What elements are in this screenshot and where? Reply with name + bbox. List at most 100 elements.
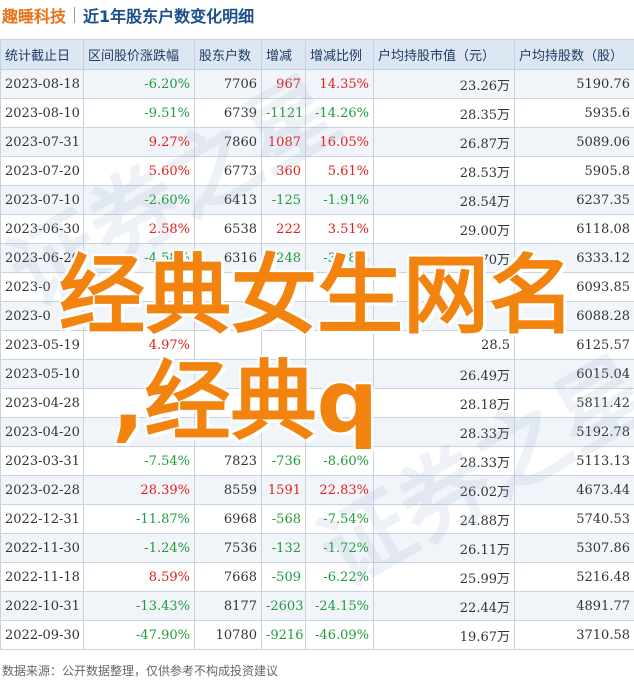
cell-avg-value: 19.67万 — [373, 620, 515, 650]
cell-change: 360 — [261, 156, 306, 186]
cell-price-change — [83, 301, 195, 331]
cell-date: 2023-07-10 — [0, 185, 84, 215]
cell-price-change: -1.24% — [83, 533, 195, 563]
cell-date: 2022-11-30 — [0, 533, 84, 563]
cell-avg-shares: 6333.12 — [514, 243, 634, 273]
cell-avg-shares: 5216.48 — [514, 562, 634, 592]
cell-avg-value: 26.11万 — [373, 533, 515, 563]
column-header-holders[interactable]: 股东户数 — [194, 39, 262, 70]
cell-avg-shares: 5307.86 — [514, 533, 634, 563]
cell-change: 222 — [261, 214, 306, 244]
cell-price-change: -7.54% — [83, 446, 195, 476]
cell-price-change: 4.97% — [83, 330, 195, 360]
cell-avg-shares: 5089.06 — [514, 127, 634, 157]
report-title: 近1年股东户数变化明细 — [83, 7, 255, 26]
company-name: 趣睡科技 — [2, 7, 67, 26]
column-header-date[interactable]: 统计截止日 — [0, 39, 84, 70]
cell-avg-value: 28.54万 — [373, 185, 515, 215]
cell-change — [261, 272, 306, 302]
cell-avg-value: 26.02万 — [373, 475, 515, 505]
cell-holders: 7536 — [194, 533, 262, 563]
cell-change-ratio — [305, 417, 374, 447]
column-header-change[interactable]: 增减 — [261, 39, 306, 70]
cell-date: 2022-11-18 — [0, 562, 84, 592]
cell-change-ratio: -8.60% — [305, 446, 374, 476]
cell-change-ratio: -14.26% — [305, 98, 374, 128]
cell-change: -1121 — [261, 98, 306, 128]
table-row: 2023-0 6093.85 — [0, 272, 634, 302]
cell-avg-value — [373, 301, 515, 331]
cell-change: 1087 — [261, 127, 306, 157]
table-row: 2023-05-10 26.49万 6015.04 — [0, 359, 634, 389]
column-header-avg-shares[interactable]: 户均持股数（股） — [514, 39, 634, 70]
cell-avg-shares: 6118.08 — [514, 214, 634, 244]
column-header-change-ratio[interactable]: 增减比例 — [305, 39, 374, 70]
cell-change-ratio: 14.35% — [305, 69, 374, 99]
cell-date: 2023-08-18 — [0, 69, 84, 99]
cell-change-ratio: -7.54% — [305, 504, 374, 534]
cell-avg-value: 28.33万 — [373, 446, 515, 476]
cell-price-change: -2.60% — [83, 185, 195, 215]
cell-avg-shares: 5190.76 — [514, 69, 634, 99]
cell-price-change: -4.58% — [83, 243, 195, 273]
header-divider — [74, 7, 76, 23]
column-header-avg-value[interactable]: 户均持股市值（元） — [373, 39, 515, 70]
cell-avg-value: 29.70万 — [373, 243, 515, 273]
cell-change: 967 — [261, 69, 306, 99]
cell-holders: 7706 — [194, 69, 262, 99]
cell-change-ratio: -1.91% — [305, 185, 374, 215]
cell-date: 2023-07-20 — [0, 156, 84, 186]
table-row: 2022-12-31 -11.87% 6968 -568 -7.54% 24.88万 574… — [0, 504, 634, 534]
cell-change: -568 — [261, 504, 306, 534]
cell-price-change: 28.39% — [83, 475, 195, 505]
cell-change — [261, 417, 306, 447]
column-header-price-change[interactable]: 区间股价涨跌幅 — [83, 39, 195, 70]
table-row: 2023-07-20 5.60% 6773 360 5.61% 28.53万 5905.8 — [0, 156, 634, 186]
cell-avg-shares: 6237.35 — [514, 185, 634, 215]
cell-avg-shares: 6125.57 — [514, 330, 634, 360]
cell-date: 2023-03-31 — [0, 446, 84, 476]
cell-date: 2023-06-20 — [0, 243, 84, 273]
cell-date: 2023-08-10 — [0, 98, 84, 128]
table-row: 2023-07-10 -2.60% 6413 -125 -1.91% 28.54万 6237… — [0, 185, 634, 215]
cell-avg-value: 28.33万 — [373, 417, 515, 447]
cell-change: -9216 — [261, 620, 306, 650]
cell-avg-shares: 3710.58 — [514, 620, 634, 650]
cell-change-ratio — [305, 301, 374, 331]
cell-avg-shares: 6015.04 — [514, 359, 634, 389]
cell-price-change: -9.51% — [83, 98, 195, 128]
cell-avg-value: 28.18万 — [373, 388, 515, 418]
cell-price-change: 8.59% — [83, 562, 195, 592]
cell-change-ratio — [305, 330, 374, 360]
cell-change: 1591 — [261, 475, 306, 505]
cell-avg-shares: 5740.53 — [514, 504, 634, 534]
cell-avg-shares: 5811.42 — [514, 388, 634, 418]
data-source-note: 数据来源：公开数据整理，仅供参考不构成投资建议 — [2, 664, 279, 678]
cell-change-ratio: 5.61% — [305, 156, 374, 186]
cell-holders: 7668 — [194, 562, 262, 592]
cell-holders — [194, 388, 262, 418]
cell-change-ratio: -46.09% — [305, 620, 374, 650]
cell-holders: 8559 — [194, 475, 262, 505]
cell-holders: 7860 — [194, 127, 262, 157]
cell-price-change — [83, 272, 195, 302]
cell-avg-shares: 5905.8 — [514, 156, 634, 186]
table-row: 2023-07-31 9.27% 7860 1087 16.05% 26.87万 5089.… — [0, 127, 634, 157]
cell-change-ratio: -24.15% — [305, 591, 374, 621]
cell-holders: 6316 — [194, 243, 262, 273]
cell-avg-value: 26.49万 — [373, 359, 515, 389]
cell-avg-value: 28.5 — [373, 330, 515, 360]
cell-change — [261, 388, 306, 418]
cell-avg-shares: 6093.85 — [514, 272, 634, 302]
cell-avg-shares: 4673.44 — [514, 475, 634, 505]
cell-change-ratio: -3.78% — [305, 243, 374, 273]
table-row: 2022-11-30 -1.24% 7536 -132 -1.72% 26.11万 5307… — [0, 533, 634, 563]
cell-avg-shares: 4891.77 — [514, 591, 634, 621]
report-header: 趣睡科技 近1年股东户数变化明细 — [0, 0, 634, 30]
shareholder-table: 统计截止日 区间股价涨跌幅 股东户数 增减 增减比例 户均持股市值（元） 户均持… — [0, 39, 634, 650]
cell-avg-value: 26.87万 — [373, 127, 515, 157]
table-body: 2023-08-18 -6.20% 7706 967 14.35% 23.26万 5190.… — [0, 69, 634, 650]
cell-date: 2023-06-30 — [0, 214, 84, 244]
cell-avg-value — [373, 272, 515, 302]
table-row: 2022-11-18 8.59% 7668 -509 -6.22% 25.99万 5216.… — [0, 562, 634, 592]
